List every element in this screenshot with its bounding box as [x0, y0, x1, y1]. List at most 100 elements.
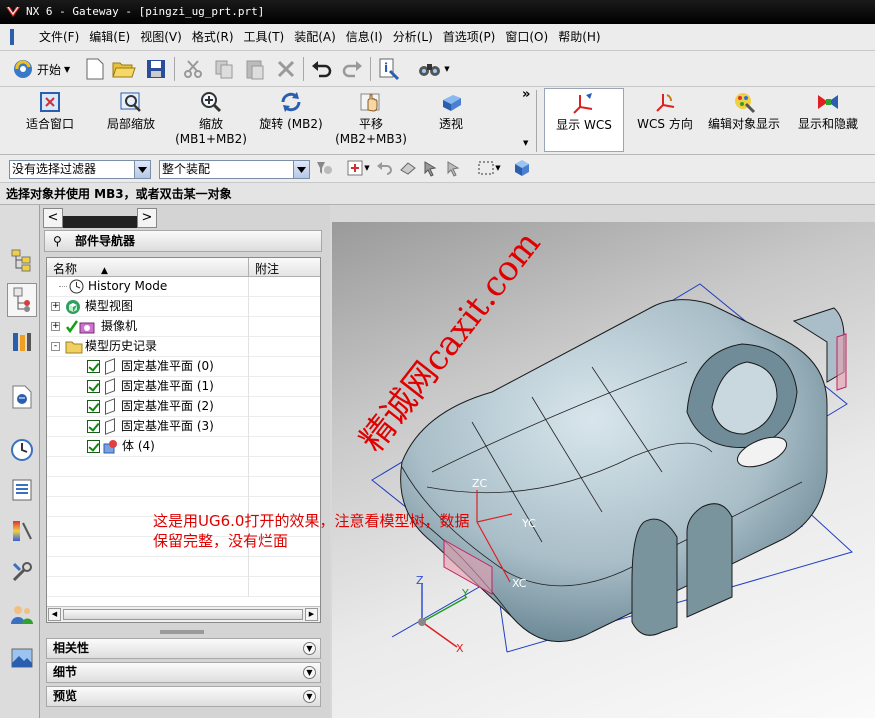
column-notes-header[interactable]: 附注 — [248, 258, 285, 277]
expand-icon[interactable]: + — [51, 322, 60, 331]
copy-button[interactable] — [211, 56, 237, 82]
chevron-down-icon[interactable] — [134, 161, 150, 178]
open-button[interactable] — [111, 56, 137, 82]
type-filter-select[interactable]: 没有选择过滤器 — [9, 160, 151, 179]
paste-button[interactable] — [242, 56, 268, 82]
axis-label-zc: ZC — [472, 477, 488, 490]
assembly-select-button[interactable] — [511, 156, 533, 180]
save-button[interactable] — [143, 56, 169, 82]
menu-format[interactable]: 格式(R) — [187, 24, 239, 51]
scroll-left-arrow-icon[interactable]: ◀ — [48, 608, 61, 621]
chevron-down-icon[interactable]: ▼ — [303, 666, 316, 679]
tree-row-label: 模型视图 — [85, 299, 134, 313]
part-navigator-tab[interactable] — [7, 283, 37, 317]
assembly-navigator-tab[interactable] — [7, 243, 37, 277]
zoom-region-button[interactable]: 局部缩放 — [100, 89, 162, 153]
tree-row-datum-0[interactable]: 固定基准平面 (0) — [47, 357, 320, 377]
model-3d-view[interactable] — [332, 222, 875, 718]
checkbox[interactable] — [87, 380, 100, 393]
pan-button[interactable]: 平移 (MB2+MB3) — [332, 89, 410, 153]
collapse-icon[interactable]: - — [51, 342, 60, 351]
tree-row-datum-3[interactable]: 固定基准平面 (3) — [47, 417, 320, 437]
graphics-window[interactable]: YC XC ZC Z Y X — [332, 222, 875, 718]
undo-button[interactable] — [309, 56, 335, 82]
toolbar-overflow-icon[interactable]: » — [522, 87, 530, 102]
info-button[interactable]: i — [376, 56, 402, 82]
user-roles-tab[interactable] — [7, 597, 37, 631]
cut-button[interactable] — [180, 56, 206, 82]
tree-row-history-mode[interactable]: History Mode — [47, 277, 320, 297]
palette-tab[interactable] — [7, 641, 37, 675]
menu-help[interactable]: 帮助(H) — [553, 24, 605, 51]
horizontal-scrollbar[interactable]: ◀ ▶ — [47, 606, 320, 622]
tree-row-empty — [47, 457, 320, 477]
zoom-button[interactable]: 缩放 (MB1+MB2) — [172, 89, 250, 153]
start-button[interactable]: 开始 ▼ — [12, 57, 70, 81]
chevron-down-icon[interactable]: ▼ — [303, 642, 316, 655]
undo-select-button[interactable] — [375, 156, 395, 180]
tree-row-model-views[interactable]: + 模型视图 — [47, 297, 320, 317]
rotate-button[interactable]: 旋转 (MB2) — [254, 89, 328, 153]
new-file-button[interactable] — [82, 56, 108, 82]
perspective-button[interactable]: 透视 — [426, 89, 476, 153]
assembly-tree-icon — [11, 249, 31, 272]
datum-plane-icon — [105, 358, 115, 375]
chevron-down-icon[interactable]: ▼ — [523, 139, 528, 147]
process-studio-tab[interactable] — [7, 514, 37, 548]
scroll-right-arrow-icon[interactable]: ▶ — [305, 608, 318, 621]
checkbox[interactable] — [87, 420, 100, 433]
column-name-header[interactable]: 名称 ▲ — [53, 260, 108, 277]
preview-panel[interactable]: 预览 ▼ — [46, 686, 321, 707]
checkbox[interactable] — [87, 440, 100, 453]
tree-row-model-history[interactable]: - 模型历史记录 — [47, 337, 320, 357]
checkbox[interactable] — [87, 400, 100, 413]
dependencies-panel[interactable]: 相关性 ▼ — [46, 638, 321, 659]
fit-button[interactable]: 适合窗口 — [20, 89, 80, 153]
chevron-down-icon[interactable] — [293, 161, 309, 178]
deselect-button[interactable] — [398, 156, 418, 180]
tree-row-body[interactable]: 体 (4) — [47, 437, 320, 457]
roles-tab[interactable] — [7, 555, 37, 589]
system-materials-tab[interactable] — [7, 473, 37, 507]
history-tab[interactable] — [7, 433, 37, 467]
splitter-handle[interactable] — [160, 630, 204, 634]
pin-icon[interactable]: ⚲ — [53, 231, 62, 251]
details-panel[interactable]: 细节 ▼ — [46, 662, 321, 683]
scroll-left-button[interactable]: < — [43, 208, 63, 228]
snap-options-button[interactable]: ▼ — [343, 156, 373, 180]
show-hide-button[interactable]: 显示和隐藏 — [788, 89, 868, 153]
delete-button[interactable] — [273, 56, 299, 82]
menu-tools[interactable]: 工具(T) — [239, 24, 290, 51]
menu-edit[interactable]: 编辑(E) — [84, 24, 135, 51]
expand-icon[interactable]: + — [51, 302, 60, 311]
chevron-down-icon[interactable]: ▼ — [303, 690, 316, 703]
model-views-icon — [66, 300, 80, 314]
menu-information[interactable]: 信息(I) — [341, 24, 388, 51]
reuse-library-tab[interactable] — [7, 325, 37, 359]
tree-row-cameras[interactable]: + 摄像机 — [47, 317, 320, 337]
selection-bar: 没有选择过滤器 整个装配 ▼ ▼ — [0, 155, 875, 183]
menu-window[interactable]: 窗口(O) — [500, 24, 553, 51]
binoculars-icon — [419, 64, 441, 76]
scope-select[interactable]: 整个装配 — [159, 160, 310, 179]
menu-analysis[interactable]: 分析(L) — [388, 24, 438, 51]
checkbox[interactable] — [87, 360, 100, 373]
scroll-right-button[interactable]: > — [137, 208, 157, 228]
analysis-button[interactable]: ▼ — [414, 56, 454, 82]
wcs-orient-button[interactable]: WCS 方向 — [628, 89, 702, 153]
menu-preferences[interactable]: 首选项(P) — [438, 24, 501, 51]
menu-assemblies[interactable]: 装配(A) — [289, 24, 341, 51]
menu-file[interactable]: 文件(F) — [34, 24, 84, 51]
scrollbar-thumb[interactable] — [63, 609, 303, 620]
tree-row-datum-2[interactable]: 固定基准平面 (2) — [47, 397, 320, 417]
selection-mode-button[interactable]: ▼ — [472, 156, 506, 180]
tree-row-datum-1[interactable]: 固定基准平面 (1) — [47, 377, 320, 397]
edit-object-display-button[interactable]: 编辑对象显示 — [704, 89, 784, 153]
filter-settings-button[interactable] — [313, 156, 335, 180]
redo-button[interactable] — [339, 56, 365, 82]
web-browser-tab[interactable] — [7, 380, 37, 414]
display-wcs-button[interactable]: 显示 WCS — [544, 88, 624, 152]
snap-button[interactable] — [421, 156, 441, 180]
menu-view[interactable]: 视图(V) — [135, 24, 187, 51]
quick-pick-button[interactable] — [444, 156, 464, 180]
